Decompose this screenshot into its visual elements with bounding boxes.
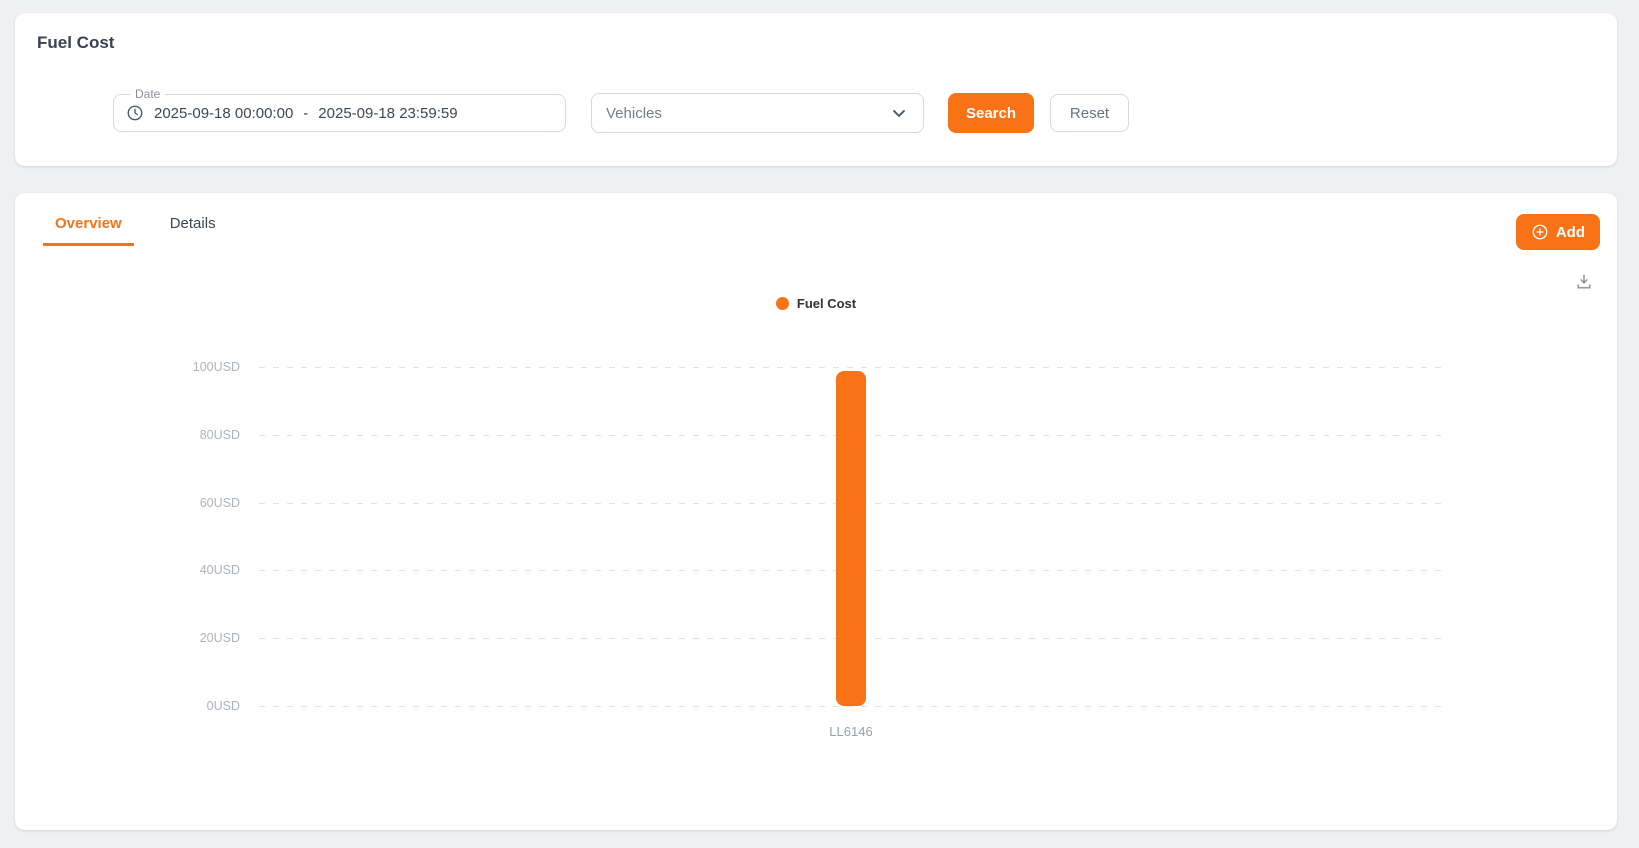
clock-icon <box>126 104 154 122</box>
reset-button[interactable]: Reset <box>1050 94 1129 132</box>
filter-card: Fuel Cost Date 2025-09-18 00:00:00 - 202… <box>15 13 1617 166</box>
page-title: Fuel Cost <box>37 33 114 53</box>
x-axis-category-label: LL6146 <box>829 724 872 739</box>
plus-circle-icon <box>1531 223 1549 241</box>
legend-dot <box>776 297 789 310</box>
y-axis-tick-label: 100USD <box>193 360 240 374</box>
tab-overview[interactable]: Overview <box>43 211 134 246</box>
gridline <box>259 367 1443 368</box>
bar-LL6146[interactable] <box>836 371 866 706</box>
legend-label: Fuel Cost <box>797 296 856 311</box>
tab-details[interactable]: Details <box>158 211 228 246</box>
vehicles-select-placeholder: Vehicles <box>606 105 662 122</box>
y-axis-tick-label: 80USD <box>200 428 240 442</box>
chart-legend[interactable]: Fuel Cost <box>15 296 1617 311</box>
date-range-input[interactable]: Date 2025-09-18 00:00:00 - 2025-09-18 23… <box>113 94 566 132</box>
date-field-label: Date <box>130 86 165 102</box>
y-axis-tick-label: 20USD <box>200 631 240 645</box>
date-range-start: 2025-09-18 00:00:00 <box>154 105 293 122</box>
gridline <box>259 706 1443 707</box>
add-button-label: Add <box>1556 224 1585 241</box>
date-range-separator: - <box>303 105 308 122</box>
y-axis-tick-label: 40USD <box>200 563 240 577</box>
tab-bar: Overview Details <box>43 211 228 246</box>
y-axis-tick-label: 60USD <box>200 496 240 510</box>
download-chart-button[interactable] <box>1573 271 1595 293</box>
chart-card: Overview Details Add Fuel Cost 0USD20USD… <box>15 193 1617 830</box>
chevron-down-icon <box>889 103 909 123</box>
download-icon <box>1574 272 1594 292</box>
y-axis-tick-label: 0USD <box>207 699 240 713</box>
add-button[interactable]: Add <box>1516 214 1600 250</box>
search-button[interactable]: Search <box>948 93 1034 133</box>
date-range-end: 2025-09-18 23:59:59 <box>318 105 457 122</box>
vehicles-select[interactable]: Vehicles <box>591 93 924 133</box>
chart-plot: 0USD20USD40USD60USD80USD100USDLL6146 <box>259 367 1443 706</box>
